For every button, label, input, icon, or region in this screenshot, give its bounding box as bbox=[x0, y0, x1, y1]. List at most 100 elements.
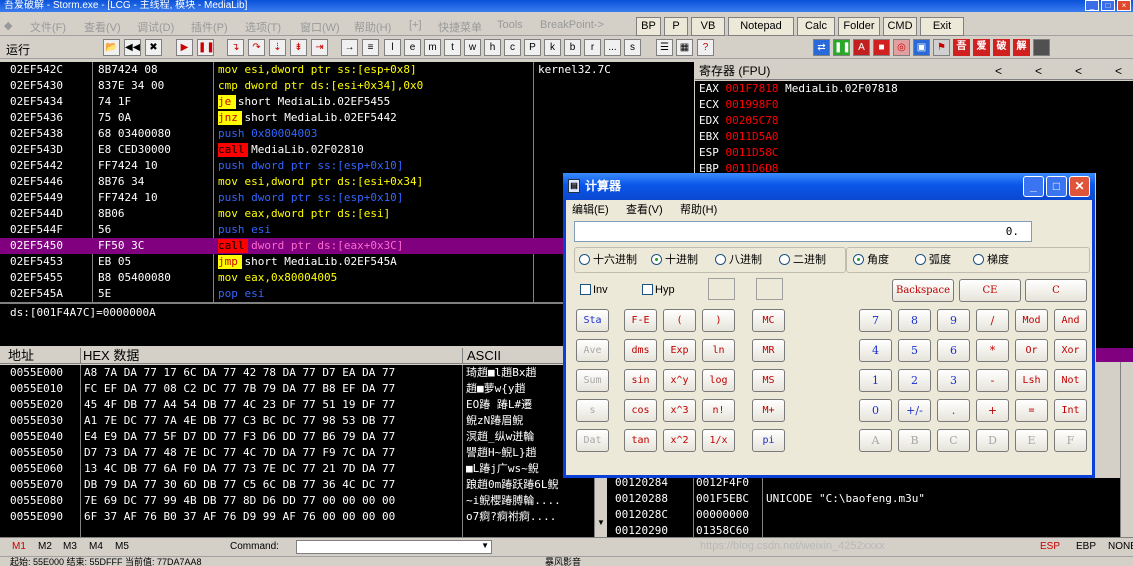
hex-row[interactable]: 0055E020 45 4F DB 77 A4 54 DB 77 4C 23 DF… bbox=[0, 397, 594, 413]
sci-key[interactable]: tan bbox=[624, 429, 657, 452]
memory-tab-m2[interactable]: M2 bbox=[38, 541, 52, 552]
minimize-icon[interactable]: _ bbox=[1085, 0, 1099, 11]
hex-header-address[interactable]: 地址 bbox=[0, 348, 80, 364]
memory-key-pi[interactable]: pi bbox=[752, 429, 785, 452]
maximize-icon[interactable]: □ bbox=[1046, 176, 1067, 197]
calc-menu-view[interactable]: 查看(V) bbox=[626, 201, 663, 217]
step-over-icon[interactable]: ↷ bbox=[248, 39, 265, 56]
quick-button-calc[interactable]: Calc bbox=[797, 17, 835, 36]
memory-tab-m3[interactable]: M3 bbox=[63, 541, 77, 552]
stat-key-s[interactable]: s bbox=[576, 399, 609, 422]
chevron-left-icon[interactable]: < bbox=[1035, 62, 1042, 80]
hex-dump-panel[interactable]: 0055E000 A8 7A DA 77 17 6C DA 77 42 78 DA… bbox=[0, 365, 594, 537]
sci-key[interactable]: ln bbox=[702, 339, 735, 362]
disasm-row[interactable]: 02EF542C 8B7424 08 mov esi,dword ptr ss:[e… bbox=[0, 62, 694, 78]
close-icon[interactable]: ✕ bbox=[1069, 176, 1090, 197]
num-key[interactable]: 2 bbox=[898, 369, 931, 392]
hex-scrollbar[interactable]: ▼ bbox=[594, 478, 607, 537]
num-key[interactable]: Int bbox=[1054, 399, 1087, 422]
quick-button-notepad[interactable]: Notepad bbox=[728, 17, 794, 36]
radio-dec[interactable]: 十进制 bbox=[651, 253, 698, 267]
hex-row[interactable]: 0055E030 A1 7E DC 77 7A 4E DB 77 C3 BC DC… bbox=[0, 413, 594, 429]
stack-row[interactable]: 00120284 0012F4F0 bbox=[607, 478, 1120, 491]
register-row[interactable]: EBX 0011D5A0 bbox=[695, 129, 1133, 145]
dark-icon[interactable] bbox=[1033, 39, 1050, 56]
hex-row[interactable]: 0055E060 13 4C DB 77 6A F0 DA 77 73 7E DC… bbox=[0, 461, 594, 477]
plugin-po-icon[interactable]: 破 bbox=[993, 39, 1010, 56]
menu-debug[interactable]: 调试(D) bbox=[137, 19, 174, 35]
quick-button-exit[interactable]: Exit bbox=[920, 17, 964, 36]
num-key[interactable]: + bbox=[976, 399, 1009, 422]
trace-into-icon[interactable]: ⇣ bbox=[269, 39, 286, 56]
grid-icon[interactable]: ▦ bbox=[676, 39, 693, 56]
menu-view[interactable]: 查看(V) bbox=[84, 19, 121, 35]
plugin-ai-icon[interactable]: 爱 bbox=[973, 39, 990, 56]
hex-row[interactable]: 0055E010 FC EF DA 77 08 C2 DC 77 7B 79 DA… bbox=[0, 381, 594, 397]
num-key[interactable]: = bbox=[1015, 399, 1048, 422]
screen-icon[interactable]: ▣ bbox=[913, 39, 930, 56]
disasm-row[interactable]: 02EF5434 74 1F je short MediaLib.02EF5455 j… bbox=[0, 94, 694, 110]
help-icon[interactable]: ? bbox=[697, 39, 714, 56]
memory-key-m+[interactable]: M+ bbox=[752, 399, 785, 422]
stop-icon[interactable]: ■ bbox=[873, 39, 890, 56]
pause-icon[interactable]: ❚❚ bbox=[197, 39, 214, 56]
stack-panel[interactable]: 00120284 0012F4F0 00120288 001F5EBC UNICODE… bbox=[607, 478, 1120, 537]
toolbar-letter-k[interactable]: k bbox=[544, 39, 561, 56]
radio-grads[interactable]: 梯度 bbox=[973, 253, 1009, 267]
toolbar-letter-w[interactable]: w bbox=[464, 39, 481, 56]
toolbar-letter-dots[interactable]: ... bbox=[604, 39, 621, 56]
num-key[interactable]: . bbox=[937, 399, 970, 422]
maximize-icon[interactable]: □ bbox=[1101, 0, 1115, 11]
rewind-icon[interactable]: ◀◀ bbox=[124, 39, 141, 56]
hex-row[interactable]: 0055E070 DB 79 DA 77 30 6D DB 77 C5 6C DB… bbox=[0, 477, 594, 493]
calc-menu-edit[interactable]: 编辑(E) bbox=[572, 201, 609, 217]
num-key[interactable]: C bbox=[937, 429, 970, 452]
num-key[interactable]: 4 bbox=[859, 339, 892, 362]
clear-button[interactable]: C bbox=[1025, 279, 1087, 302]
command-input[interactable]: ▼ bbox=[296, 540, 492, 554]
menu-breakpoint[interactable]: BreakPoint-> bbox=[540, 19, 604, 31]
checkbox-inv[interactable]: Inv bbox=[580, 283, 608, 297]
num-key[interactable]: Mod bbox=[1015, 309, 1048, 332]
register-row[interactable]: EBP 0011D6D8 bbox=[695, 161, 1133, 173]
sci-key[interactable]: F-E bbox=[624, 309, 657, 332]
sci-key[interactable]: ( bbox=[663, 309, 696, 332]
toolbar-letter-e[interactable]: e bbox=[404, 39, 421, 56]
num-key[interactable]: 8 bbox=[898, 309, 931, 332]
toolbar-letter-l[interactable]: l bbox=[384, 39, 401, 56]
memory-key-mr[interactable]: MR bbox=[752, 339, 785, 362]
chevron-left-icon[interactable]: < bbox=[1115, 62, 1122, 80]
menu-file[interactable]: 文件(F) bbox=[30, 19, 66, 35]
num-key[interactable]: * bbox=[976, 339, 1009, 362]
disasm-row[interactable]: 02EF5430 837E 34 00 cmp dword ptr ds:[esi+… bbox=[0, 78, 694, 94]
checkbox-hyp[interactable]: Hyp bbox=[642, 283, 675, 297]
num-key[interactable]: 6 bbox=[937, 339, 970, 362]
sci-key[interactable]: n! bbox=[702, 399, 735, 422]
toolbar-letter-p[interactable]: P bbox=[524, 39, 541, 56]
radio-radians[interactable]: 弧度 bbox=[915, 253, 951, 267]
execute-till-return-icon[interactable]: ⇥ bbox=[311, 39, 328, 56]
quick-button-vb[interactable]: VB bbox=[691, 17, 725, 36]
ebp-button[interactable]: EBP bbox=[1076, 541, 1096, 552]
minimize-icon[interactable]: _ bbox=[1023, 176, 1044, 197]
num-key[interactable]: - bbox=[976, 369, 1009, 392]
radio-bin[interactable]: 二进制 bbox=[779, 253, 826, 267]
sci-key[interactable]: dms bbox=[624, 339, 657, 362]
toolbar-letter-m[interactable]: m bbox=[424, 39, 441, 56]
disasm-row[interactable]: 02EF5438 68 03400080 push 0x80004003 bbox=[0, 126, 694, 142]
toolbar-letter-r[interactable]: r bbox=[584, 39, 601, 56]
register-row[interactable]: EDX 00205C78 bbox=[695, 113, 1133, 129]
list-icon[interactable]: ☰ bbox=[656, 39, 673, 56]
menu-shortcut[interactable]: 快捷菜单 bbox=[438, 19, 482, 35]
expression-icon[interactable]: ≡ bbox=[362, 39, 379, 56]
radio-degrees[interactable]: 角度 bbox=[853, 253, 889, 267]
menu-plugins[interactable]: 插件(P) bbox=[191, 19, 228, 35]
num-key[interactable]: Or bbox=[1015, 339, 1048, 362]
stack-scrollbar[interactable] bbox=[1120, 362, 1133, 537]
menu-plus[interactable]: [+] bbox=[409, 19, 422, 31]
stack-row[interactable]: 0012028C 00000000 bbox=[607, 507, 1120, 523]
hex-row[interactable]: 0055E080 7E 69 DC 77 99 4B DB 77 8D D6 DD… bbox=[0, 493, 594, 509]
none-button[interactable]: NONE bbox=[1108, 541, 1133, 552]
sci-key[interactable]: x^3 bbox=[663, 399, 696, 422]
num-key[interactable]: 1 bbox=[859, 369, 892, 392]
